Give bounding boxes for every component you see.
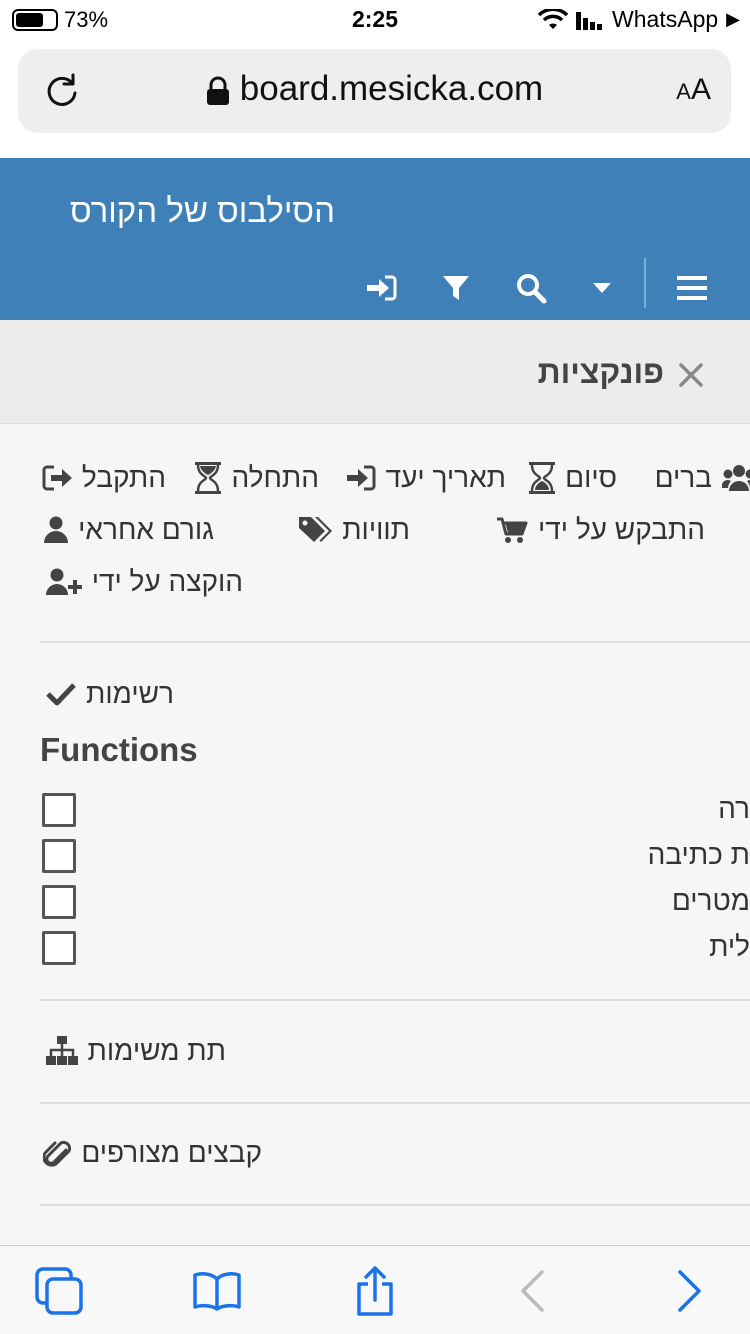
function-label: תאריך יעד	[385, 462, 506, 493]
function-label: התחלה	[231, 462, 319, 493]
page-title: הסילבוס של הקורס	[69, 192, 335, 229]
app-header: הסילבוס של הקורס	[0, 158, 750, 320]
function-label: ברים	[654, 462, 712, 493]
browser-bottom-bar	[0, 1245, 750, 1334]
back-icon[interactable]	[507, 1266, 557, 1316]
function-label: תוויות	[342, 514, 410, 545]
user-icon	[44, 516, 69, 544]
users-icon	[722, 464, 750, 492]
function-assigned-by[interactable]: הוקצה על ידי	[45, 562, 243, 602]
section-label-text: רשימות	[86, 678, 174, 709]
tabs-icon[interactable]	[35, 1266, 85, 1316]
section-label-text: קבצים מצורפים	[81, 1137, 262, 1168]
menu-icon[interactable]	[674, 270, 710, 306]
share-icon[interactable]	[350, 1266, 400, 1316]
close-icon[interactable]	[678, 362, 704, 388]
hourglass-start-icon	[195, 462, 222, 494]
checkbox[interactable]	[42, 793, 76, 827]
function-tags[interactable]: תוויות	[298, 510, 410, 550]
function-end[interactable]: סיום	[529, 458, 617, 498]
toolbar-divider	[644, 258, 646, 308]
address-bar[interactable]: board.mesicka.com AA	[18, 49, 731, 133]
sign-out-icon	[42, 464, 72, 492]
sign-in-icon	[346, 464, 376, 492]
checklist-item[interactable]: ת כתיבה	[0, 837, 750, 875]
tags-icon	[298, 515, 333, 545]
checklist-item[interactable]: רה	[0, 791, 750, 829]
url-text: board.mesicka.com	[239, 69, 544, 108]
filter-icon[interactable]	[438, 270, 474, 306]
divider	[40, 1102, 750, 1104]
checklist-item-label: ת כתיבה	[647, 839, 750, 870]
checklist-item-label: מטרים	[671, 885, 750, 916]
divider	[40, 1204, 750, 1206]
divider	[40, 999, 750, 1001]
attachments-section-label[interactable]: קבצים מצורפים	[43, 1137, 262, 1169]
function-label: סיום	[565, 462, 617, 493]
function-label: גורם אחראי	[78, 514, 214, 545]
browser-chrome: board.mesicka.com AA	[0, 40, 750, 158]
back-to-app-label[interactable]: WhatsApp	[612, 6, 718, 33]
function-responsible[interactable]: גורם אחראי	[44, 510, 214, 550]
checklist-item-label: לית	[709, 931, 750, 962]
checkbox[interactable]	[42, 839, 76, 873]
subtasks-section-label[interactable]: תת משימות	[45, 1035, 226, 1067]
function-label: התבקש על ידי	[538, 514, 705, 545]
sign-in-icon[interactable]	[363, 270, 399, 306]
function-due-date[interactable]: תאריך יעד	[346, 458, 506, 498]
lock-icon	[206, 76, 229, 105]
function-requested-by[interactable]: התבקש על ידי	[496, 510, 705, 550]
bookmarks-icon[interactable]	[192, 1266, 242, 1316]
check-icon	[46, 683, 76, 706]
paperclip-icon	[43, 1140, 72, 1167]
panel-header: פונקציות	[0, 320, 750, 424]
status-bar: 73% 2:25 WhatsApp ▶	[0, 0, 750, 40]
checkbox[interactable]	[42, 931, 76, 965]
text-size-button[interactable]: AA	[676, 73, 711, 107]
caret-down-icon[interactable]	[584, 270, 620, 306]
function-members[interactable]: ברים	[655, 458, 750, 498]
section-label-text: תת משימות	[87, 1035, 226, 1066]
hourglass-end-icon	[529, 462, 556, 494]
panel-content: ברים סיום תאריך יעד התחלה התקבל התבקש על…	[0, 425, 750, 1245]
play-icon: ▶	[726, 9, 740, 29]
panel-title: פונקציות	[537, 354, 664, 390]
checklist-title: Functions	[40, 731, 198, 768]
divider	[40, 641, 750, 643]
function-label: התקבל	[81, 462, 166, 493]
checkbox[interactable]	[42, 885, 76, 919]
signal-icon	[576, 11, 603, 30]
checklist-item[interactable]: מטרים	[0, 883, 750, 921]
sitemap-icon	[45, 1036, 78, 1065]
function-label: הוקצה על ידי	[91, 566, 243, 597]
checklist-item-label: רה	[718, 793, 750, 824]
cart-icon	[496, 516, 528, 544]
checklist-item[interactable]: לית	[0, 929, 750, 967]
function-start[interactable]: התחלה	[195, 458, 319, 498]
forward-icon[interactable]	[665, 1266, 715, 1316]
checklists-section-label[interactable]: רשימות	[46, 678, 174, 710]
user-plus-icon	[45, 567, 82, 597]
function-received[interactable]: התקבל	[42, 458, 166, 498]
wifi-icon	[538, 8, 569, 29]
search-icon[interactable]	[513, 270, 549, 306]
